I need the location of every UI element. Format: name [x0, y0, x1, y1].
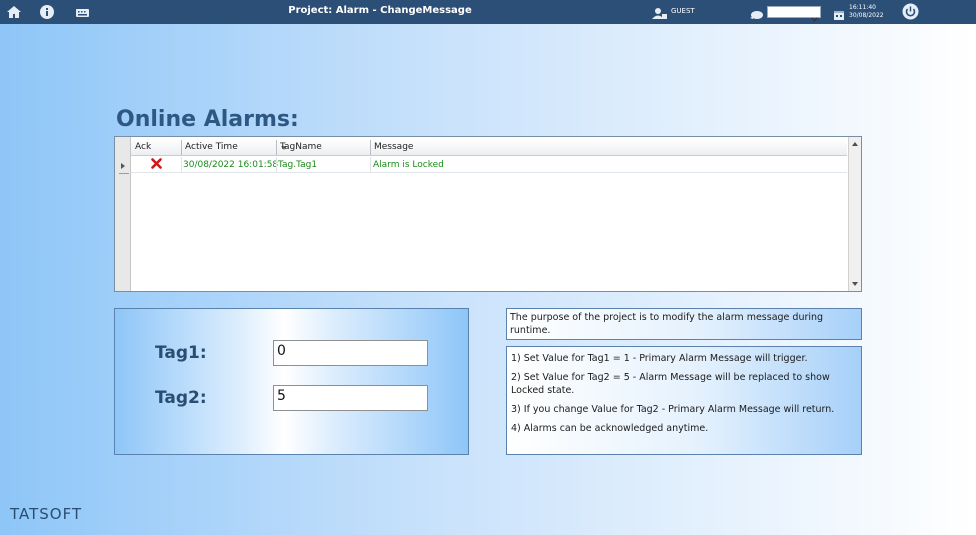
cell-divider	[181, 157, 182, 173]
instruction-step-4: 4) Alarms can be acknowledged anytime.	[511, 423, 709, 434]
top-bar: Project: Alarm - ChangeMessage GUEST 16:…	[0, 0, 976, 24]
column-header-ack[interactable]: Ack	[135, 142, 151, 152]
scroll-down-icon[interactable]	[852, 282, 858, 286]
page-title: Online Alarms:	[116, 107, 299, 132]
language-select[interactable]	[767, 6, 821, 22]
chevron-down-icon	[811, 8, 818, 27]
column-header-message[interactable]: Message	[374, 142, 413, 152]
table-row[interactable]: 30/08/2022 16:01:58 Tag.Tag1 Alarm is Lo…	[131, 157, 847, 173]
speech-icon	[749, 6, 764, 25]
row-header-column	[115, 137, 131, 291]
tag1-label: Tag1:	[155, 343, 207, 363]
tag2-label: Tag2:	[155, 388, 207, 408]
tag2-input[interactable]: 5	[273, 385, 428, 411]
alarm-grid[interactable]: Ack Active Time TagName Message 30/08/20…	[114, 136, 862, 292]
user-icon[interactable]	[652, 5, 668, 24]
tatsoft-logo: TATSOFT	[10, 505, 83, 523]
tag1-input[interactable]: 0	[273, 340, 428, 366]
clock-date: 30/08/2022	[849, 12, 884, 19]
power-icon[interactable]	[902, 3, 919, 24]
column-divider[interactable]	[276, 140, 277, 155]
clock-time: 16:11:40	[849, 4, 876, 11]
instructions-box: 1) Set Value for Tag1 = 1 - Primary Alar…	[506, 346, 862, 455]
tag-panel: Tag1: 0 Tag2: 5	[114, 308, 469, 455]
clock: 16:11:40 30/08/2022	[849, 4, 884, 20]
instruction-step-1: 1) Set Value for Tag1 = 1 - Primary Alar…	[511, 353, 808, 364]
grid-column-headers: Ack Active Time TagName Message	[131, 139, 847, 156]
vertical-scrollbar[interactable]	[848, 137, 861, 291]
ack-x-icon[interactable]	[151, 158, 162, 172]
cell-divider	[370, 157, 371, 173]
calendar-icon	[833, 6, 845, 25]
user-label[interactable]: GUEST	[671, 7, 695, 15]
cell-divider	[276, 157, 277, 173]
new-row-marker	[119, 173, 129, 174]
column-divider[interactable]	[370, 140, 371, 155]
column-header-active-time[interactable]: Active Time	[185, 142, 238, 152]
purpose-text: The purpose of the project is to modify …	[510, 312, 824, 336]
column-header-tagname[interactable]: TagName	[280, 142, 322, 152]
purpose-box: The purpose of the project is to modify …	[506, 308, 862, 340]
instruction-step-3: 3) If you change Value for Tag2 - Primar…	[511, 404, 835, 415]
column-divider[interactable]	[181, 140, 182, 155]
cell-active-time: 30/08/2022 16:01:58	[183, 160, 279, 170]
cell-message: Alarm is Locked	[373, 160, 444, 170]
window-title: Project: Alarm - ChangeMessage	[288, 5, 472, 16]
current-row-pointer-icon	[121, 163, 125, 169]
scroll-up-icon[interactable]	[852, 142, 858, 146]
instruction-step-2: 2) Set Value for Tag2 = 5 - Alarm Messag…	[511, 372, 830, 396]
cell-tagname: Tag.Tag1	[278, 160, 318, 170]
